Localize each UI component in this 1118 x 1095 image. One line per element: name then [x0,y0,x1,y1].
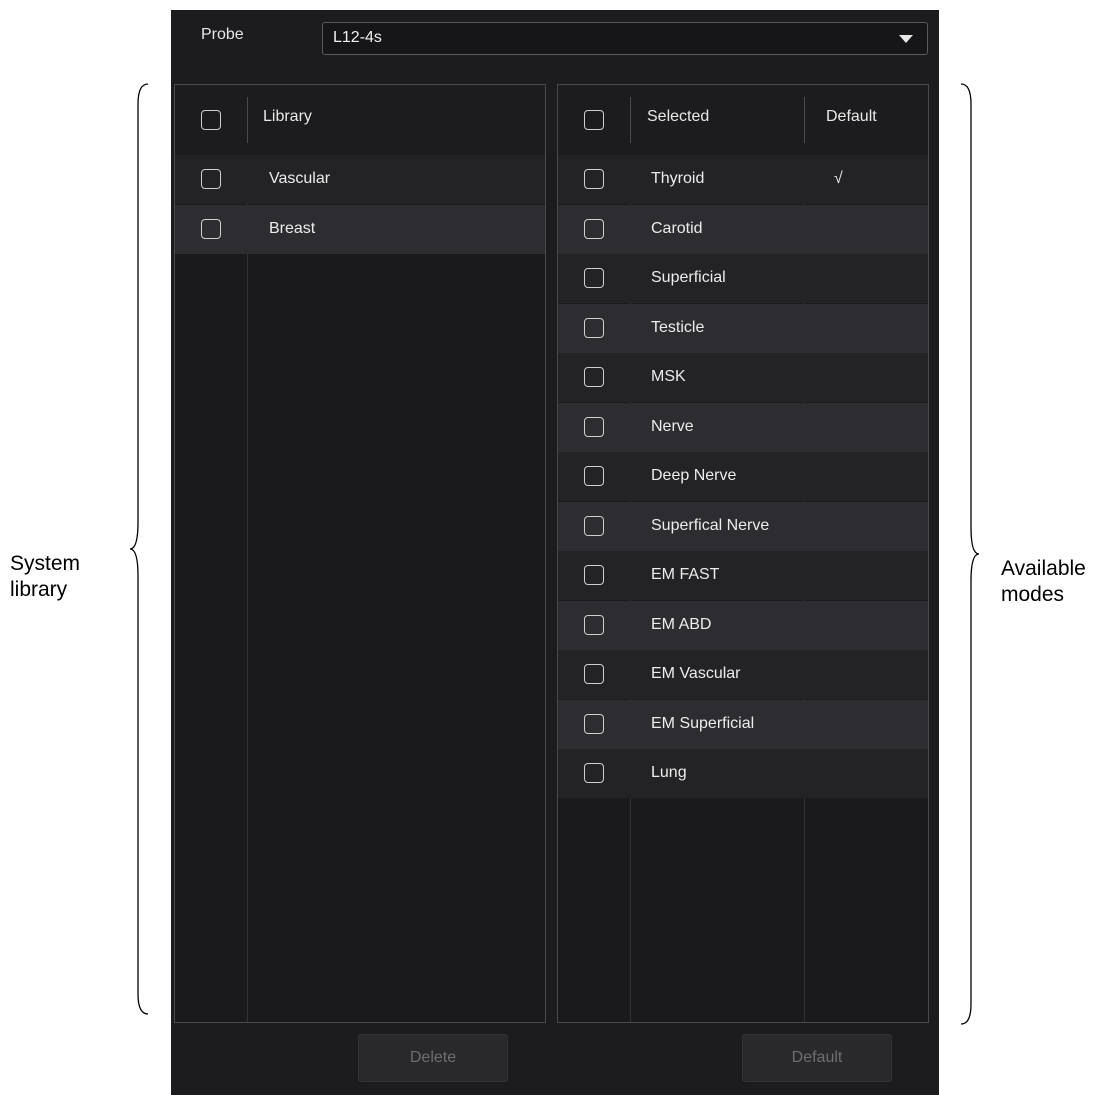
row-checkbox[interactable] [584,169,604,189]
library-item-label: Breast [269,219,316,237]
chevron-down-icon[interactable] [899,35,913,43]
row-checkbox[interactable] [584,367,604,387]
library-table: Library Vascular Breast [174,84,546,1023]
row-checkbox[interactable] [201,218,221,239]
available-modes-caption: Available modes [1001,556,1086,608]
right-brace [960,83,980,1025]
row-checkbox[interactable] [584,218,604,239]
caption-line: Available [1001,557,1086,580]
row-checkbox[interactable] [584,416,604,437]
selected-row[interactable]: Lung [558,749,928,798]
header-divider [630,97,631,143]
library-item-label: Vascular [269,170,331,187]
header-divider [804,97,805,143]
caption-line: library [10,578,68,601]
selected-row[interactable]: Nerve [558,402,928,452]
selected-row[interactable]: EM Vascular [558,650,928,699]
default-column-header: Default [826,108,877,125]
exam-mode-panel: Probe L12-4s Library Vascular Breast Sele… [171,10,939,1095]
caption-line: System [10,552,81,575]
probe-dropdown[interactable]: L12-4s [322,22,928,55]
row-checkbox[interactable] [201,169,221,189]
default-checkmark: √ [834,170,843,187]
library-row[interactable]: Breast [175,204,545,254]
header-divider [247,97,248,143]
selected-item-label: EM FAST [651,566,720,583]
selected-row[interactable]: Deep Nerve [558,452,928,501]
selected-item-label: Thyroid [651,170,705,187]
row-checkbox[interactable] [584,466,604,486]
selected-item-label: Lung [651,764,687,781]
selected-item-label: Superficial [651,269,726,286]
row-checkbox[interactable] [584,565,604,585]
selected-row[interactable]: Superficial [558,254,928,303]
system-library-caption: System library [10,551,80,603]
selected-item-label: Superfical Nerve [651,516,770,534]
selected-item-label: Testicle [651,318,705,336]
selected-row[interactable]: Thyroid √ [558,155,928,204]
selected-item-label: EM Superficial [651,714,755,732]
selected-row[interactable]: Carotid [558,204,928,254]
row-checkbox[interactable] [584,763,604,783]
select-all-library-checkbox[interactable] [201,110,221,130]
row-checkbox[interactable] [584,317,604,338]
selected-table: Selected Default Thyroid √ Carotid Superfic… [557,84,929,1023]
selected-item-label: Nerve [651,417,694,435]
selected-item-label: Deep Nerve [651,467,737,484]
left-brace [129,83,149,1015]
library-column-header: Library [263,108,312,125]
row-checkbox[interactable] [584,713,604,734]
row-checkbox[interactable] [584,614,604,635]
row-checkbox[interactable] [584,268,604,288]
selected-row[interactable]: Superfical Nerve [558,501,928,551]
row-checkbox[interactable] [584,515,604,536]
library-row[interactable]: Vascular [175,155,545,204]
probe-label: Probe [201,26,244,43]
select-all-selected-checkbox[interactable] [584,110,604,130]
selected-column-header: Selected [647,108,710,125]
selected-item-label: Carotid [651,219,703,237]
selected-item-label: EM ABD [651,615,712,633]
selected-header: Selected Default [558,85,928,157]
library-header: Library [175,85,545,157]
selected-item-label: MSK [651,368,686,385]
delete-button[interactable]: Delete [358,1034,508,1082]
caption-line: modes [1001,583,1065,606]
selected-row[interactable]: MSK [558,353,928,402]
selected-item-label: EM Vascular [651,665,741,682]
default-button[interactable]: Default [742,1034,892,1082]
selected-row[interactable]: EM Superficial [558,699,928,749]
selected-row[interactable]: EM FAST [558,551,928,600]
row-checkbox[interactable] [584,664,604,684]
selected-row[interactable]: Testicle [558,303,928,353]
probe-value: L12-4s [333,29,382,46]
selected-row[interactable]: EM ABD [558,600,928,650]
